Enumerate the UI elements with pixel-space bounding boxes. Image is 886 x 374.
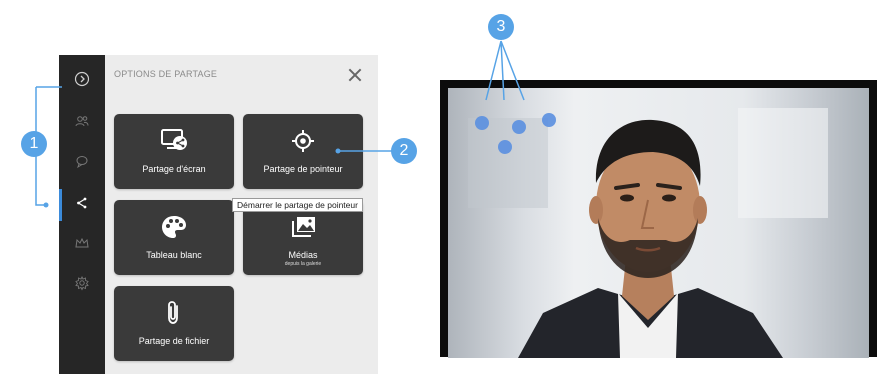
callout-1: 1 [21, 131, 47, 157]
crown-icon [74, 235, 90, 256]
whiteboard-label: Tableau blanc [146, 250, 202, 260]
pointer-target-icon [289, 128, 317, 154]
screen-share-icon [159, 128, 189, 154]
screen-share-label: Partage d'écran [142, 164, 206, 174]
file-share-tile[interactable]: Partage de fichier [114, 286, 234, 361]
sharing-options-panel: OPTIONS DE PARTAGE Partage d'écran Parta… [105, 55, 378, 374]
expand-arrow-icon [74, 71, 90, 92]
media-sublabel: depuis la galerie [284, 261, 322, 267]
settings-icon [74, 275, 90, 296]
person-video-image [468, 108, 828, 358]
video-frame [440, 80, 877, 358]
pointer-dot-3 [542, 113, 556, 127]
pointer-dot-1 [475, 116, 489, 130]
media-gallery-icon [289, 214, 317, 240]
rail-crown-button[interactable] [59, 225, 105, 265]
rail-participants-button[interactable] [59, 103, 105, 143]
rail-expand-button[interactable] [59, 61, 105, 101]
paperclip-icon [164, 300, 184, 326]
rail-settings-button[interactable] [59, 265, 105, 305]
pointer-dot-2 [512, 120, 526, 134]
callout-2: 2 [391, 138, 417, 164]
chat-icon [74, 153, 90, 174]
close-button[interactable] [345, 66, 365, 86]
panel-title: OPTIONS DE PARTAGE [114, 69, 218, 79]
pointer-share-tile[interactable]: Partage de pointeur [243, 114, 363, 189]
callout-3: 3 [488, 14, 514, 40]
palette-icon [160, 214, 188, 240]
participants-icon [74, 113, 90, 134]
rail-share-button[interactable] [59, 185, 105, 225]
video-feed [448, 88, 869, 358]
rail-chat-button[interactable] [59, 143, 105, 183]
pointer-dot-4 [498, 140, 512, 154]
pointer-share-tooltip: Démarrer le partage de pointeur [232, 198, 363, 212]
file-share-label: Partage de fichier [138, 336, 210, 346]
share-icon [74, 195, 90, 216]
media-label: Médias [288, 250, 318, 260]
pointer-share-label: Partage de pointeur [263, 164, 343, 174]
side-rail [59, 55, 105, 374]
whiteboard-tile[interactable]: Tableau blanc [114, 200, 234, 275]
screen-share-tile[interactable]: Partage d'écran [114, 114, 234, 189]
